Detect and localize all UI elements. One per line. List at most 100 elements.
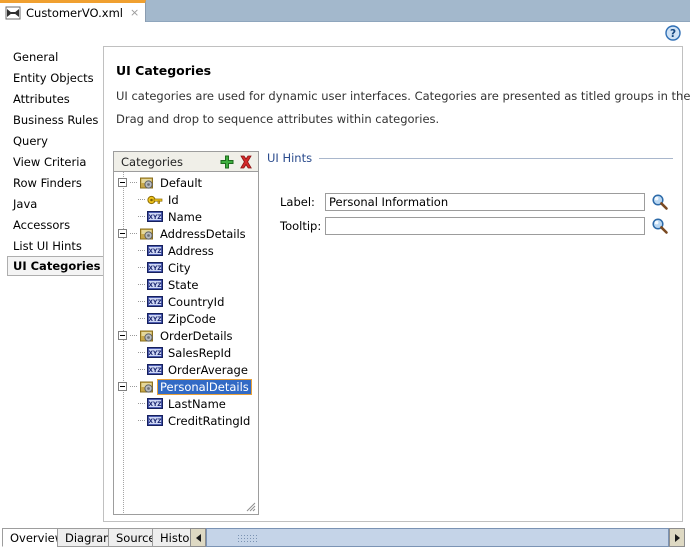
primary-key-icon bbox=[147, 194, 163, 206]
tree-node-label: LastName bbox=[168, 396, 226, 411]
attribute-xyz-icon: XYZ bbox=[147, 262, 163, 273]
tree-node-label: City bbox=[168, 260, 191, 275]
tree-connector bbox=[138, 369, 146, 370]
tree-node-category-selected[interactable]: PersonalDetails bbox=[114, 378, 258, 395]
tree-node-label: CountryId bbox=[168, 294, 225, 309]
attribute-xyz-icon: XYZ bbox=[147, 415, 163, 426]
ui-hints-legend: UI Hints bbox=[267, 151, 673, 165]
document-tab-customervo[interactable]: CustomerVO.xml × bbox=[0, 0, 147, 22]
attribute-xyz-icon: XYZ bbox=[147, 364, 163, 375]
document-tab-strip: CustomerVO.xml × bbox=[0, 0, 690, 22]
page-title: UI Categories bbox=[116, 63, 212, 78]
tree-node-category[interactable]: OrderDetails bbox=[114, 327, 258, 344]
sidebar-item-row-finders[interactable]: Row Finders bbox=[0, 172, 103, 193]
tooltip-browse-magnifier-icon[interactable] bbox=[651, 217, 669, 235]
tree-node-attribute[interactable]: XYZ CreditRatingId bbox=[114, 412, 258, 429]
sidebar-item-label: List UI Hints bbox=[13, 238, 82, 253]
tab-label: Diagram bbox=[65, 530, 115, 545]
label-field-row: Label: bbox=[267, 193, 669, 211]
sidebar-item-ui-categories[interactable]: UI Categories bbox=[7, 256, 103, 276]
collapse-icon[interactable] bbox=[118, 178, 127, 187]
tree-node-attribute[interactable]: XYZ State bbox=[114, 276, 258, 293]
resize-grip-icon[interactable] bbox=[244, 500, 256, 512]
sidebar-item-label: Accessors bbox=[13, 217, 71, 232]
svg-text:XYZ: XYZ bbox=[148, 401, 162, 408]
sidebar-item-entity-objects[interactable]: Entity Objects bbox=[0, 67, 103, 88]
tree-node-category[interactable]: Default bbox=[114, 174, 258, 191]
delete-category-button[interactable] bbox=[238, 154, 254, 170]
label-field-caption: Label: bbox=[280, 195, 315, 209]
sidebar-item-list-ui-hints[interactable]: List UI Hints bbox=[0, 235, 103, 256]
svg-text:XYZ: XYZ bbox=[148, 418, 162, 425]
sidebar-item-label: Java bbox=[13, 196, 38, 211]
tree-connector bbox=[130, 335, 138, 336]
sidebar-item-label: UI Categories bbox=[13, 259, 101, 273]
label-browse-magnifier-icon[interactable] bbox=[651, 193, 669, 211]
tree-node-category[interactable]: AddressDetails bbox=[114, 225, 258, 242]
tree-node-label: OrderAverage bbox=[168, 362, 248, 377]
page-description-line-1: UI categories are used for dynamic user … bbox=[116, 89, 690, 103]
ui-hints-group: UI Hints Label: Tooltip: bbox=[267, 151, 673, 271]
tree-node-attribute[interactable]: XYZ LastName bbox=[114, 395, 258, 412]
legend-divider bbox=[319, 157, 673, 159]
category-gear-icon bbox=[139, 176, 155, 190]
tree-node-label: PersonalDetails bbox=[157, 378, 252, 395]
triangle-right-icon bbox=[674, 533, 680, 542]
categories-tree[interactable]: Default Id XYZ Name AddressDetails XYZ A… bbox=[113, 171, 259, 515]
help-question-icon[interactable]: ? bbox=[665, 25, 681, 41]
tree-node-label: SalesRepId bbox=[168, 345, 232, 360]
tree-connector bbox=[138, 216, 146, 217]
attribute-xyz-icon: XYZ bbox=[147, 279, 163, 290]
attribute-xyz-icon: XYZ bbox=[147, 211, 163, 222]
tree-connector bbox=[138, 403, 146, 404]
sidebar-item-accessors[interactable]: Accessors bbox=[0, 214, 103, 235]
add-category-button[interactable] bbox=[219, 154, 235, 170]
tree-node-attribute[interactable]: XYZ CountryId bbox=[114, 293, 258, 310]
sidebar-item-business-rules[interactable]: Business Rules bbox=[0, 109, 103, 130]
collapse-icon[interactable] bbox=[118, 331, 127, 340]
collapse-icon[interactable] bbox=[118, 382, 127, 391]
sidebar-item-general[interactable]: General bbox=[0, 46, 103, 67]
tree-node-label: Id bbox=[168, 192, 179, 207]
tree-node-attribute[interactable]: XYZ OrderAverage bbox=[114, 361, 258, 378]
sidebar-item-label: Business Rules bbox=[13, 112, 99, 127]
sidebar-item-label: Row Finders bbox=[13, 175, 82, 190]
sidebar-item-view-criteria[interactable]: View Criteria bbox=[0, 151, 103, 172]
attribute-xyz-icon: XYZ bbox=[147, 347, 163, 358]
svg-text:XYZ: XYZ bbox=[148, 350, 162, 357]
scroll-right-button[interactable] bbox=[669, 528, 685, 547]
tree-node-label: AddressDetails bbox=[160, 226, 246, 241]
sidebar-item-label: General bbox=[13, 49, 59, 64]
sidebar-item-java[interactable]: Java bbox=[0, 193, 103, 214]
tooltip-input[interactable] bbox=[325, 217, 645, 235]
horizontal-scrollbar[interactable] bbox=[206, 528, 669, 547]
svg-text:XYZ: XYZ bbox=[148, 248, 162, 255]
label-input[interactable] bbox=[325, 193, 645, 211]
tree-node-attribute[interactable]: XYZ ZipCode bbox=[114, 310, 258, 327]
categories-panel-header: Categories bbox=[113, 151, 259, 171]
sidebar-item-query[interactable]: Query bbox=[0, 130, 103, 151]
scroll-left-button[interactable] bbox=[190, 528, 206, 547]
tree-node-label: CreditRatingId bbox=[168, 413, 251, 428]
sidebar-item-attributes[interactable]: Attributes bbox=[0, 88, 103, 109]
tree-node-attribute[interactable]: XYZ Address bbox=[114, 242, 258, 259]
tooltip-field-row: Tooltip: bbox=[267, 217, 669, 235]
close-icon[interactable]: × bbox=[130, 7, 139, 18]
triangle-left-icon bbox=[195, 533, 201, 542]
tree-node-attribute[interactable]: XYZ Name bbox=[114, 208, 258, 225]
tree-connector bbox=[138, 267, 146, 268]
collapse-icon[interactable] bbox=[118, 229, 127, 238]
tree-node-attribute[interactable]: XYZ SalesRepId bbox=[114, 344, 258, 361]
sidebar-item-label: Query bbox=[13, 133, 48, 148]
tree-connector bbox=[138, 318, 146, 319]
category-gear-icon bbox=[139, 329, 155, 343]
tree-node-attribute[interactable]: XYZ City bbox=[114, 259, 258, 276]
svg-text:XYZ: XYZ bbox=[148, 265, 162, 272]
tree-connector bbox=[130, 182, 138, 183]
ui-hints-legend-label: UI Hints bbox=[267, 151, 313, 165]
page-description-line-2: Drag and drop to sequence attributes wit… bbox=[116, 112, 440, 126]
tree-connector bbox=[138, 199, 146, 200]
sidebar-item-label: View Criteria bbox=[13, 154, 87, 169]
tree-node-label: Name bbox=[168, 209, 202, 224]
tree-node-attribute[interactable]: Id bbox=[114, 191, 258, 208]
